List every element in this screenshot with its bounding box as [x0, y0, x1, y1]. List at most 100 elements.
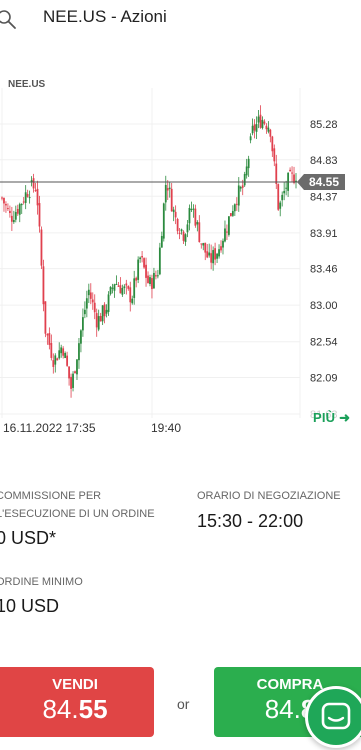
sell-price: 84.55	[42, 694, 108, 724]
candle-body	[131, 298, 134, 304]
candle-body	[275, 163, 278, 184]
trading-hours-label: ORARIO DI NEGOZIAZIONE	[197, 490, 341, 502]
candle-body	[119, 285, 122, 294]
candle-body	[125, 283, 128, 286]
candle-body	[156, 275, 159, 277]
candle-body	[251, 125, 254, 134]
candle-body	[64, 352, 67, 359]
candle-body	[113, 284, 116, 291]
price-chart[interactable]: 85.28 84.83 84.37 83.91 83.46 83.00 82.54 82.09…	[0, 0, 361, 440]
candle-body	[127, 286, 130, 289]
x-tick-label: 19:40	[151, 421, 181, 435]
candle-body	[204, 242, 207, 253]
candle-body	[28, 197, 31, 199]
candle-body	[263, 121, 266, 124]
candle-body	[235, 203, 238, 205]
candle-body	[174, 211, 177, 218]
candle-body	[123, 286, 126, 289]
candle-body	[166, 188, 169, 191]
candle-body	[291, 172, 293, 174]
candle-body	[168, 187, 171, 189]
candle-body	[259, 114, 262, 128]
candle-body	[158, 247, 161, 275]
candle-body	[190, 209, 193, 211]
candle-body	[85, 298, 88, 309]
candle-body	[30, 180, 33, 182]
candle-body	[281, 194, 284, 201]
candle-body	[194, 208, 197, 226]
candle-body	[231, 211, 234, 216]
y-tick-label: 83.91	[310, 228, 338, 240]
candle-body	[247, 158, 250, 169]
candle-body	[135, 277, 138, 281]
candle-body	[265, 125, 268, 130]
candle-body	[192, 208, 195, 210]
candle-body	[239, 187, 242, 189]
candle-body	[76, 359, 78, 375]
candle-body	[83, 309, 86, 315]
candle-body	[121, 287, 124, 295]
chart-symbol-label: NEE.US	[8, 79, 46, 90]
candle-body	[162, 203, 165, 239]
candle-body	[3, 198, 5, 204]
candle-body	[66, 355, 69, 366]
candle-body	[155, 275, 157, 277]
candle-body	[151, 278, 153, 290]
candle-body	[243, 174, 246, 186]
candle-body	[22, 201, 25, 203]
candle-body	[36, 188, 39, 206]
candle-body	[34, 190, 37, 192]
candle-body	[26, 194, 29, 197]
candle-body	[267, 127, 270, 132]
candle-body	[78, 343, 80, 361]
candle-body	[180, 229, 183, 232]
chat-icon	[321, 702, 351, 730]
candle-body	[68, 366, 70, 379]
candle-body	[261, 119, 264, 129]
candle-body	[212, 250, 215, 264]
candle-body	[229, 213, 232, 217]
sell-button[interactable]: VENDI 84.55	[0, 667, 154, 737]
candle-body	[56, 358, 59, 361]
candle-body	[198, 222, 201, 243]
candle-body	[218, 249, 220, 257]
candle-body	[184, 234, 187, 242]
candle-body	[24, 192, 27, 203]
chat-button[interactable]	[305, 686, 361, 748]
candle-body	[143, 258, 145, 268]
candle-body	[109, 286, 112, 294]
candle-body	[245, 166, 248, 176]
candle-body	[7, 208, 9, 210]
candle-body	[54, 355, 57, 365]
candle-body	[129, 287, 132, 303]
candle-body	[95, 313, 98, 328]
candle-body	[289, 169, 291, 172]
candle-body	[196, 222, 199, 225]
candle-body	[222, 240, 224, 248]
candle-body	[44, 301, 47, 334]
candle-body	[89, 292, 92, 299]
candle-body	[214, 248, 217, 260]
candle-body	[172, 209, 175, 213]
sell-label: VENDI	[52, 676, 98, 693]
more-button[interactable]: PIÙ ➜	[313, 410, 350, 426]
chart-canvas[interactable]: 85.28 84.83 84.37 83.91 83.46 83.00 82.54 82.09…	[0, 0, 361, 440]
candle-body	[145, 264, 147, 278]
candle-body	[206, 251, 209, 258]
y-tick-label: 82.09	[310, 372, 338, 384]
candle-body	[14, 212, 17, 220]
candle-body	[188, 207, 191, 224]
min-order-label: ORDINE MINIMO	[0, 576, 83, 588]
candle-body	[91, 299, 94, 303]
candle-body	[60, 347, 63, 354]
y-tick-label: 84.37	[310, 191, 338, 203]
candle-body	[241, 185, 244, 188]
candle-body	[93, 302, 96, 313]
candle-body	[115, 283, 118, 285]
candle-body	[224, 228, 226, 242]
candle-body	[178, 232, 181, 235]
commission-label: COMMISSIONE PER L'ESECUZIONE DI UN ORDIN…	[0, 490, 155, 520]
candle-body	[233, 204, 236, 212]
min-order-value: 10 USD	[0, 596, 60, 616]
candle-body	[279, 202, 282, 209]
